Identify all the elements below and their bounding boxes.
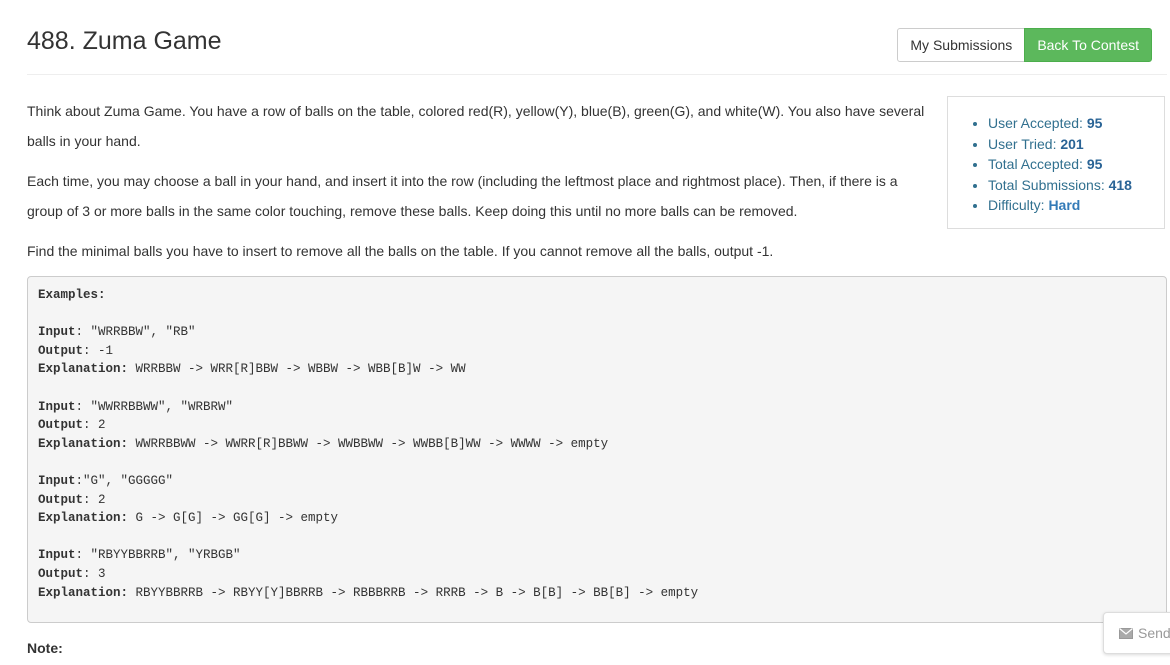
- stat-value: 95: [1086, 115, 1103, 131]
- examples-code-block: Examples: Input: "WRRBBW", "RB" Output: …: [27, 276, 1167, 623]
- example-input: Input: "RBYYBBRRB", "YRBGB": [38, 548, 241, 563]
- stat-value: 201: [1060, 135, 1084, 152]
- example-explanation: Explanation: RBYYBBRRB -> RBYY[Y]BBRRB -…: [38, 585, 699, 600]
- stat-value: 95: [1086, 156, 1103, 173]
- page-header: 488. Zuma Game My Submissions Back To Co…: [27, 0, 1167, 75]
- example-output: Output: 3: [38, 566, 106, 581]
- description-paragraph: Think about Zuma Game. You have a row of…: [27, 103, 925, 149]
- difficulty-badge: Hard: [1048, 197, 1081, 214]
- example-explanation: Explanation: WWRRBBWW -> WWRR[R]BBWW -> …: [38, 436, 609, 451]
- page-title: 488. Zuma Game: [27, 27, 222, 55]
- example-input: Input: "WWRRBBWW", "WRBRW": [38, 399, 234, 414]
- example-explanation: Explanation: G -> G[G] -> GG[G] -> empty: [38, 511, 339, 526]
- description-paragraph: Each time, you may choose a ball in your…: [27, 173, 898, 219]
- stat-value: 418: [1108, 176, 1132, 193]
- example-output: Output: 2: [38, 492, 106, 507]
- note-heading: Note:: [27, 640, 63, 656]
- my-submissions-button[interactable]: My Submissions: [897, 28, 1026, 62]
- send-label: Send: [1138, 625, 1170, 641]
- stat-user-accepted: User Accepted: 95: [988, 113, 1164, 134]
- stat-total-submissions: Total Submissions: 418: [988, 175, 1164, 196]
- stat-user-tried: User Tried: 201: [988, 134, 1164, 155]
- stat-total-accepted: Total Accepted: 95: [988, 154, 1164, 175]
- description-paragraph: Find the minimal balls you have to inser…: [27, 243, 774, 259]
- example-explanation: Explanation: WRRBBW -> WRR[R]BBW -> WBBW…: [38, 362, 466, 377]
- stat-difficulty: Difficulty: Hard: [988, 195, 1164, 216]
- question-description: Think about Zuma Game. You have a row of…: [27, 96, 927, 276]
- header-button-group: My Submissions Back To Contest: [897, 28, 1152, 62]
- example-output: Output: -1: [38, 343, 114, 358]
- question-stats-panel: User Accepted: 95 User Tried: 201 Total …: [947, 96, 1165, 229]
- example-input: Input: "WRRBBW", "RB": [38, 325, 196, 340]
- envelope-icon: [1119, 627, 1133, 639]
- example-input: Input:"G", "GGGGG": [38, 473, 174, 488]
- examples-heading: Examples:: [38, 288, 106, 302]
- back-to-contest-button[interactable]: Back To Contest: [1024, 28, 1152, 62]
- example-output: Output: 2: [38, 418, 106, 433]
- send-feedback-button[interactable]: Send: [1103, 612, 1170, 654]
